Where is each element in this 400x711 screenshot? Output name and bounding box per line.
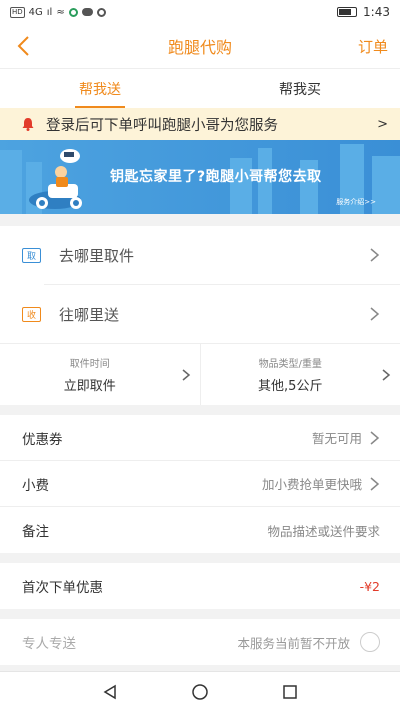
nav-back-icon[interactable] — [100, 682, 120, 702]
dedicated-value: 本服务当前暂不开放 — [237, 635, 350, 651]
options-section: 优惠券 暂无可用 小费 加小费抢单更快哦 备注 物品描述或送件要求 — [0, 415, 400, 553]
service-intro-link[interactable]: 服务介绍>> — [336, 197, 376, 207]
pickup-address-row[interactable]: 取 去哪里取件 — [0, 226, 400, 284]
dedicated-delivery-row: 专人专送 本服务当前暂不开放 — [0, 619, 400, 665]
chevron-right-icon — [370, 430, 380, 445]
notice-arrow: > — [377, 116, 388, 132]
note-label: 备注 — [22, 524, 49, 540]
coupon-row[interactable]: 优惠券 暂无可用 — [0, 415, 400, 461]
note-input[interactable]: 物品描述或送件要求 — [267, 521, 380, 540]
chevron-right-icon — [382, 368, 391, 381]
address-section: 取 去哪里取件 收 往哪里送 取件时间 立即取件 物品类型/重量 其他,5公斤 — [0, 226, 400, 405]
battery-icon — [337, 7, 358, 17]
orders-link[interactable]: 订单 — [358, 36, 388, 57]
status-bar: HD 4G ıl ≈ 1:43 — [0, 0, 400, 24]
chevron-right-icon — [182, 368, 190, 381]
chat-notification-icon — [81, 8, 93, 16]
tip-row[interactable]: 小费 加小费抢单更快哦 — [0, 461, 400, 507]
hd-indicator: HD — [10, 6, 25, 18]
first-order-discount-row: 首次下单优惠 -¥2 — [0, 563, 400, 609]
banner-headline: 钥匙忘家里了?跑腿小哥帮您去取 — [110, 169, 322, 185]
first-order-label: 首次下单优惠 — [22, 580, 103, 596]
clock: 1:43 — [363, 5, 390, 19]
pickup-tag: 取 — [22, 247, 41, 263]
promo-banner[interactable]: 钥匙忘家里了?跑腿小哥帮您去取 服务介绍>> — [0, 140, 400, 214]
item-type-weight-selector[interactable]: 物品类型/重量 其他,5公斤 — [199, 344, 400, 405]
tab-buy-for-me[interactable]: 帮我买 — [200, 69, 400, 108]
first-order-value: -¥2 — [359, 578, 380, 594]
back-arrow-icon[interactable] — [16, 34, 40, 58]
nav-home-icon[interactable] — [190, 682, 210, 702]
delivery-address-row[interactable]: 收 往哪里送 — [0, 285, 400, 343]
chevron-right-icon — [370, 248, 380, 262]
section-gap — [0, 405, 400, 415]
dedicated-toggle[interactable] — [360, 632, 380, 652]
wifi-icon: ≈ — [56, 6, 65, 18]
tab-send-for-me[interactable]: 帮我送 — [0, 69, 200, 108]
delivery-address-label: 往哪里送 — [59, 305, 120, 324]
chevron-right-icon — [370, 307, 380, 321]
pickup-time-label: 取件时间 — [69, 359, 110, 370]
tip-label: 小费 — [22, 477, 49, 494]
coupon-value: 暂无可用 — [311, 431, 362, 446]
app-notification-icon — [68, 7, 78, 17]
sync-notification-icon — [96, 7, 106, 17]
item-type-label: 物品类型/重量 — [258, 359, 322, 370]
nav-recents-icon[interactable] — [280, 682, 300, 702]
page-title: 跑腿代购 — [167, 38, 232, 57]
delivery-tag: 收 — [22, 306, 41, 322]
network-indicator: 4G — [28, 6, 43, 18]
signal-icon: ıl — [46, 6, 53, 18]
chevron-right-icon — [370, 476, 380, 491]
pickup-time-selector[interactable]: 取件时间 立即取件 — [0, 344, 200, 405]
note-row[interactable]: 备注 物品描述或送件要求 — [0, 507, 400, 553]
login-notice[interactable]: 登录后可下单呼叫跑腿小哥为您服务 > — [0, 108, 400, 140]
notice-text: 登录后可下单呼叫跑腿小哥为您服务 — [46, 117, 278, 134]
alarm-bell-icon — [22, 118, 34, 131]
coupon-label: 优惠券 — [22, 431, 63, 448]
section-gap — [0, 553, 400, 563]
tip-value: 加小费抢单更快哦 — [261, 477, 362, 492]
status-indicators: HD 4G ıl ≈ — [10, 6, 106, 18]
section-gap — [0, 609, 400, 619]
pickup-meta-row: 取件时间 立即取件 物品类型/重量 其他,5公斤 — [0, 343, 400, 405]
system-nav-bar — [0, 671, 400, 711]
dedicated-label: 专人专送 — [22, 636, 76, 652]
item-type-value: 其他,5公斤 — [258, 379, 323, 394]
tab-bar: 帮我送 帮我买 — [0, 68, 400, 108]
title-bar: 跑腿代购 订单 — [0, 24, 400, 68]
pickup-address-label: 去哪里取件 — [59, 246, 135, 265]
pickup-time-value: 立即取件 — [63, 379, 116, 394]
